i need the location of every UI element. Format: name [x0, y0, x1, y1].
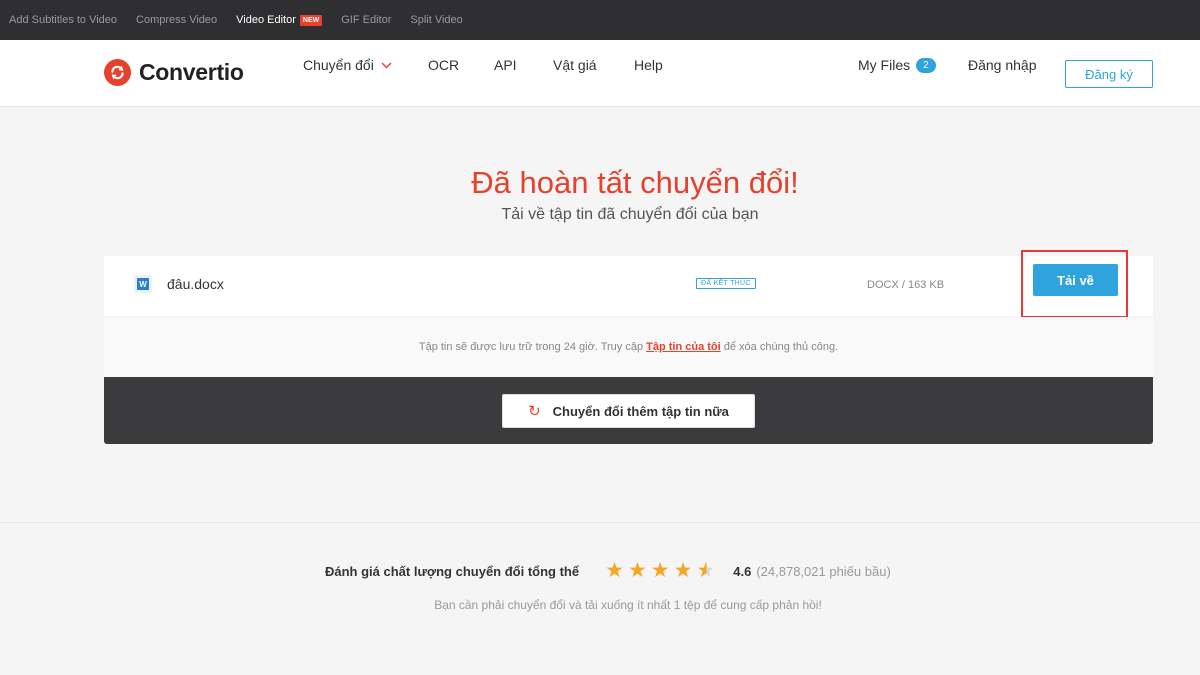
nav-convert[interactable]: Chuyển đổi: [303, 57, 392, 73]
star-icon: ★: [605, 559, 624, 582]
rating-row: Đánh giá chất lượng chuyển đổi tổng thể …: [325, 559, 891, 582]
brand-name: Convertio: [139, 59, 244, 85]
page-title: Đã hoàn tất chuyển đổi!: [471, 165, 799, 200]
nav-pricing[interactable]: Vật giá: [553, 57, 597, 73]
my-files-label: My Files: [858, 57, 911, 73]
register-button[interactable]: Đăng ký: [1065, 60, 1153, 88]
download-button[interactable]: Tải về: [1033, 264, 1118, 296]
rating-score: 4.6: [733, 563, 752, 579]
rating-votes: (24,878,021 phiếu bầu): [756, 563, 891, 579]
feedback-notice: Bạn cần phải chuyển đổi và tải xuống ít …: [434, 598, 822, 612]
star-icon: ★: [650, 559, 670, 582]
my-files-count-badge: 2: [916, 57, 936, 73]
topbar-link-compress-video[interactable]: Compress Video: [136, 14, 217, 26]
storage-notice-text-end: để xóa chúng thủ công.: [720, 341, 839, 353]
word-document-icon: W: [134, 275, 152, 293]
login-link[interactable]: Đăng nhập: [968, 57, 1037, 73]
rating-stars: ★ ★ ★ ★ ★: [605, 559, 719, 582]
nav-help[interactable]: Help: [634, 57, 663, 73]
convert-more-button[interactable]: ↻ Chuyển đổi thêm tập tin nữa: [502, 394, 755, 428]
converted-file-row: W đâu.docx ĐÃ KẾT THÚC DOCX / 163 KB Tải…: [104, 250, 1153, 318]
topbar-link-gif-editor[interactable]: GIF Editor: [341, 14, 391, 26]
topbar-link-video-editor[interactable]: Video Editor NEW: [236, 14, 323, 26]
convertio-logo-icon: [104, 59, 131, 86]
chevron-down-icon: [381, 62, 392, 68]
new-badge: NEW: [299, 14, 323, 26]
nav-my-files[interactable]: My Files 2: [858, 57, 936, 73]
rating-label: Đánh giá chất lượng chuyển đổi tổng thể: [325, 563, 580, 579]
star-icon: ★: [673, 559, 693, 582]
status-badge: ĐÃ KẾT THÚC: [696, 278, 756, 289]
file-name: đâu.docx: [167, 276, 224, 292]
file-format-size: DOCX / 163 KB: [867, 279, 945, 291]
section-divider: [0, 522, 1200, 523]
download-highlight-box: Tải về: [1021, 250, 1128, 318]
storage-notice-text: Tập tin sẽ được lưu trữ trong 24 giờ. Tr…: [418, 341, 647, 353]
nav-ocr[interactable]: OCR: [428, 57, 459, 73]
half-star-icon: ★: [696, 559, 716, 582]
convert-more-label: Chuyển đổi thêm tập tin nữa: [552, 403, 729, 419]
topbar-link-add-subtitles[interactable]: Add Subtitles to Video: [9, 14, 117, 26]
nav-api[interactable]: API: [494, 57, 517, 73]
top-tool-bar: Add Subtitles to Video Compress Video Vi…: [0, 0, 1200, 40]
page-subtitle: Tải về tập tin đã chuyển đổi của bạn: [501, 206, 759, 223]
main-header: Convertio Chuyển đổi OCR API Vật giá Hel…: [0, 40, 1200, 107]
refresh-icon: ↻: [528, 403, 541, 420]
topbar-link-split-video[interactable]: Split Video: [410, 14, 462, 26]
nav-convert-label: Chuyển đổi: [303, 57, 374, 73]
star-icon: ★: [627, 559, 647, 582]
my-files-link[interactable]: Tập tin của tôi: [646, 341, 721, 353]
brand-logo[interactable]: Convertio: [104, 59, 244, 86]
video-editor-label: Video Editor: [236, 14, 296, 26]
storage-notice: Tập tin sẽ được lưu trữ trong 24 giờ. Tr…: [104, 317, 1153, 377]
word-document-icon-letter: W: [137, 278, 149, 290]
convert-more-strip: ↻ Chuyển đổi thêm tập tin nữa: [104, 377, 1153, 444]
